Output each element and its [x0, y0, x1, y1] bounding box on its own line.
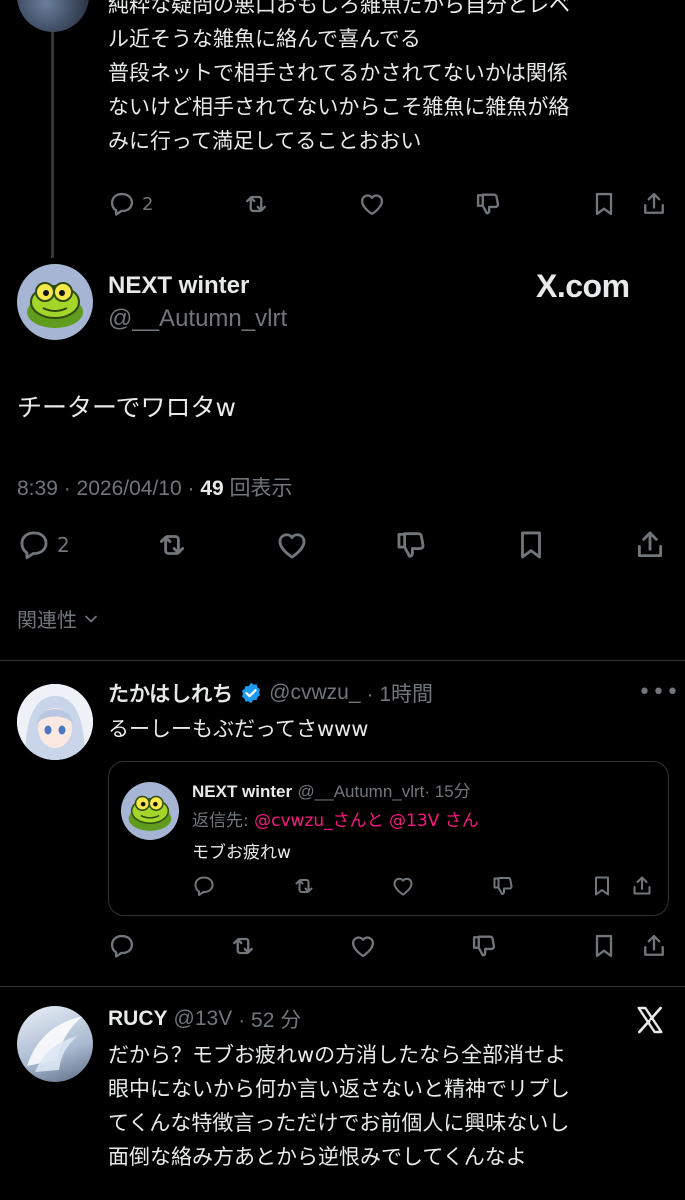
reply-icon[interactable] — [108, 932, 136, 960]
reply-header: たかはしれち @cvwzu_ · 1時間 — [108, 678, 433, 708]
verified-badge-icon — [242, 682, 261, 704]
post-text: だから？モブお疲れwの方消したなら全部消せよ 眼中にないから何か言い返さないと精… — [108, 1038, 570, 1174]
user-handle[interactable]: @13V — [174, 1007, 233, 1031]
sort-relevance-dropdown[interactable]: 関連性 — [17, 604, 101, 633]
bookmark-icon[interactable] — [590, 190, 618, 218]
thumbs-down-icon[interactable] — [470, 932, 498, 960]
post-time: · 52 分 — [238, 1009, 302, 1032]
display-name[interactable]: NEXT winter — [108, 272, 249, 300]
heart-icon — [360, 194, 383, 216]
reply-count: 2 — [142, 193, 154, 215]
post-text-line: 純粋な疑問の悪口おもしろ雑魚だから自分とレベ — [108, 0, 570, 17]
heart-icon[interactable] — [391, 874, 415, 898]
post-text: るーしーもぶだってさwww — [108, 712, 368, 746]
repost-icon — [245, 195, 266, 213]
reply-to-label: 返信先: — [192, 811, 255, 831]
views-label: 回表示 — [223, 477, 293, 500]
reply-icon[interactable] — [192, 874, 216, 898]
quoted-post[interactable]: NEXT winter @__Autumn_vlrt· 15分 返信先: @cv… — [108, 761, 669, 916]
user-handle: @__Autumn_vlrt — [297, 782, 425, 801]
user-handle[interactable]: @__Autumn_vlrt — [108, 305, 287, 333]
post-text-line: るーしーもぶだってさwww — [108, 717, 369, 741]
chevron-down-icon — [85, 615, 97, 622]
repost-icon[interactable] — [292, 874, 316, 898]
frog-avatar-icon — [27, 282, 83, 328]
reply-to-line: 返信先: @cvwzu_さんと @13V さん — [192, 806, 479, 831]
post-text-line: ル近そうな雑魚に絡んで喜んでる — [108, 27, 421, 51]
post-meta: 8:39 · 2026/04/10 · 49 回表示 — [17, 472, 293, 502]
bookmark-icon[interactable] — [514, 528, 548, 562]
reply-button[interactable]: 2 — [17, 528, 70, 562]
anime-avatar-icon — [17, 684, 93, 760]
post-text: チーターでワロタw — [17, 393, 236, 422]
share-icon[interactable] — [640, 190, 668, 218]
share-icon[interactable] — [630, 874, 654, 898]
sort-label: 関連性 — [17, 608, 77, 632]
repost-icon[interactable] — [155, 528, 189, 562]
wing-avatar-icon — [27, 1016, 83, 1072]
post-actions-right — [590, 932, 668, 960]
post-text-line: みに行って満足してることおおい — [108, 129, 422, 153]
post-text-line: だから？モブお疲れwの方消したなら全部消せよ — [108, 1043, 567, 1067]
post-actions: 2 — [108, 190, 668, 218]
post-actions: 2 — [17, 528, 667, 562]
divider — [0, 660, 685, 661]
post-text-line: ないけど相手されてないからこそ雑魚に雑魚が絡 — [108, 95, 570, 119]
heart-icon[interactable] — [349, 932, 377, 960]
avatar[interactable] — [17, 684, 93, 760]
reply-count: 2 — [57, 533, 70, 557]
reply-header: RUCY @13V · 52 分 — [108, 1004, 301, 1034]
post-timestamp[interactable]: 8:39 · 2026/04/10 · — [17, 477, 200, 500]
post-actions-right — [590, 190, 668, 218]
post-text-line: てくんな特徴言っただけでお前個人に興味ないし — [108, 1111, 570, 1135]
reply-icon — [20, 531, 48, 560]
dislike-button[interactable] — [474, 190, 502, 218]
thread-connector-line — [51, 0, 54, 258]
repost-icon[interactable] — [229, 932, 257, 960]
reply-button[interactable]: 2 — [108, 190, 153, 218]
bookmark-icon[interactable] — [590, 874, 614, 898]
avatar — [121, 782, 179, 840]
bookmark-icon[interactable] — [590, 932, 618, 960]
post-text: モブお疲れw — [192, 843, 291, 863]
post-text: 純粋な疑問の悪口おもしろ雑魚だから自分とレベ ル近そうな雑魚に絡んで喜んでる 普… — [108, 0, 668, 158]
x-logo-icon — [634, 1004, 666, 1036]
heart-icon[interactable] — [275, 528, 309, 562]
thumbs-down-icon[interactable] — [394, 528, 428, 562]
avatar[interactable] — [17, 1006, 93, 1082]
reply-mentions[interactable]: @cvwzu_さんと @13V さん — [254, 811, 479, 831]
x-watermark: X.com — [536, 268, 630, 304]
post-actions — [192, 874, 654, 898]
avatar[interactable] — [17, 0, 89, 32]
thumbs-down-icon — [476, 193, 499, 215]
like-button[interactable] — [358, 190, 386, 218]
avatar[interactable] — [17, 264, 93, 340]
post-text-line: 面倒な絡み方あとから逆恨みでしてくんなよ — [108, 1145, 527, 1169]
user-handle[interactable]: @cvwzu_ — [269, 681, 360, 705]
divider — [0, 986, 685, 987]
repost-button[interactable] — [242, 190, 270, 218]
frog-avatar-icon — [128, 795, 172, 831]
display-name[interactable]: たかはしれち — [108, 678, 233, 708]
view-count: 49 — [200, 477, 224, 500]
post-time: · 1時間 — [366, 683, 434, 706]
share-icon[interactable] — [633, 528, 667, 562]
reply-icon — [110, 192, 134, 216]
display-name[interactable]: RUCY — [108, 1007, 168, 1031]
thumbs-down-icon[interactable] — [491, 874, 515, 898]
more-options-icon[interactable]: ••• — [638, 680, 680, 705]
post-actions-right — [590, 874, 654, 898]
post-text-line: 普段ネットで相手されてるかされてないかは関係 — [108, 61, 568, 85]
display-name: NEXT winter — [192, 782, 293, 801]
post-actions — [108, 932, 668, 960]
post-text-line: 眼中にないから何か言い返さないと精神でリプし — [108, 1077, 570, 1101]
share-icon[interactable] — [640, 932, 668, 960]
quote-header: NEXT winter @__Autumn_vlrt· 15分 — [192, 777, 471, 802]
post-time: · 15分 — [424, 782, 471, 801]
